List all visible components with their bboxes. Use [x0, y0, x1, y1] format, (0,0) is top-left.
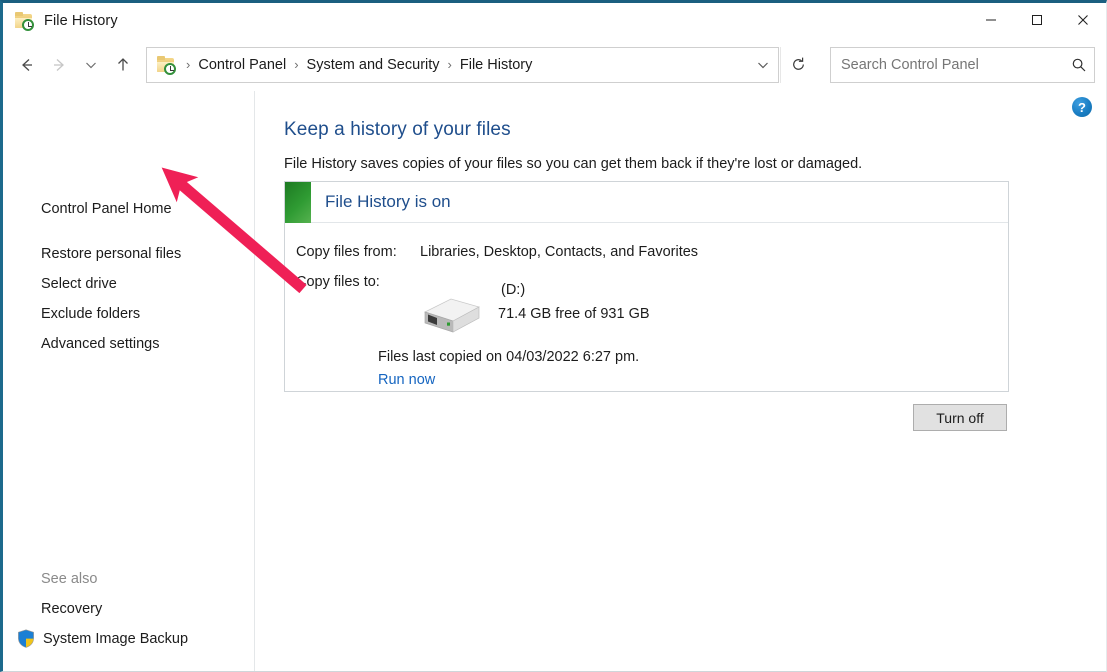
sidebar-item-select-drive[interactable]: Select drive	[41, 276, 117, 292]
sidebar-item-advanced-settings[interactable]: Advanced settings	[41, 336, 160, 352]
drive-free-space: 71.4 GB free of 931 GB	[498, 306, 650, 322]
address-bar[interactable]: › Control Panel › System and Security › …	[146, 46, 779, 83]
minimize-button[interactable]	[968, 3, 1014, 37]
sidebar-item-recovery[interactable]: Recovery	[41, 601, 102, 617]
copy-files-to-label: Copy files to:	[296, 274, 380, 290]
breadcrumb-separator-0: ›	[186, 57, 191, 72]
search-icon[interactable]	[1064, 48, 1094, 82]
last-copied-text: Files last copied on 04/03/2022 6:27 pm.	[378, 349, 640, 365]
copy-files-from-value: Libraries, Desktop, Contacts, and Favori…	[420, 244, 699, 260]
status-header: File History is on	[285, 181, 1008, 223]
title-bar: File History	[3, 3, 1106, 38]
window-controls	[968, 3, 1106, 37]
navigation-toolbar: › Control Panel › System and Security › …	[3, 38, 1106, 91]
maximize-button[interactable]	[1014, 3, 1060, 37]
close-button[interactable]	[1060, 3, 1106, 37]
breadcrumb-file-history-icon	[157, 55, 177, 75]
run-now-link[interactable]: Run now	[378, 372, 435, 388]
breadcrumb-item-system-and-security[interactable]: System and Security	[304, 55, 443, 75]
sidebar-item-system-image-backup-label: System Image Backup	[43, 630, 189, 647]
breadcrumb-item-control-panel[interactable]: Control Panel	[195, 55, 289, 75]
help-button[interactable]: ?	[1072, 97, 1092, 117]
file-history-window: File History › Control Panel › System an…	[0, 0, 1107, 672]
content-area: ? Keep a history of your files File Hist…	[255, 91, 1106, 671]
status-panel: File History is on Copy files from: Libr…	[284, 181, 1009, 392]
see-also-heading: See also	[41, 571, 98, 587]
breadcrumb-separator-2: ›	[447, 57, 452, 72]
sidebar-item-system-image-backup[interactable]: System Image Backup	[17, 629, 188, 648]
breadcrumb-item-file-history[interactable]: File History	[457, 55, 536, 75]
sidebar-item-exclude-folders[interactable]: Exclude folders	[41, 306, 140, 322]
recent-locations-button[interactable]	[75, 49, 107, 81]
breadcrumb-separator-1: ›	[294, 57, 299, 72]
forward-button[interactable]	[43, 49, 75, 81]
window-title: File History	[44, 12, 118, 29]
page-title: Keep a history of your files	[284, 119, 511, 140]
breadcrumb: › Control Panel › System and Security › …	[177, 55, 748, 75]
external-hard-drive-icon	[417, 294, 481, 338]
status-title: File History is on	[325, 192, 451, 211]
refresh-button[interactable]	[780, 46, 816, 83]
sidebar-item-restore-personal-files[interactable]: Restore personal files	[41, 246, 181, 262]
up-button[interactable]	[107, 49, 139, 81]
drive-letter: (D:)	[501, 282, 526, 298]
search-box[interactable]	[830, 46, 1095, 83]
chevron-down-icon[interactable]	[748, 48, 778, 82]
sidebar-item-control-panel-home[interactable]: Control Panel Home	[41, 201, 172, 217]
sidebar: Control Panel Home Restore personal file…	[3, 91, 255, 671]
copy-files-from-label: Copy files from:	[296, 244, 397, 260]
status-indicator-swatch	[285, 181, 311, 223]
window-body: Control Panel Home Restore personal file…	[3, 91, 1106, 671]
back-button[interactable]	[11, 49, 43, 81]
turn-off-button[interactable]: Turn off	[913, 404, 1007, 431]
uac-shield-icon	[17, 629, 35, 648]
file-history-folder-clock-icon	[15, 11, 35, 31]
page-subtitle: File History saves copies of your files …	[284, 156, 863, 172]
search-input[interactable]	[831, 55, 1064, 74]
